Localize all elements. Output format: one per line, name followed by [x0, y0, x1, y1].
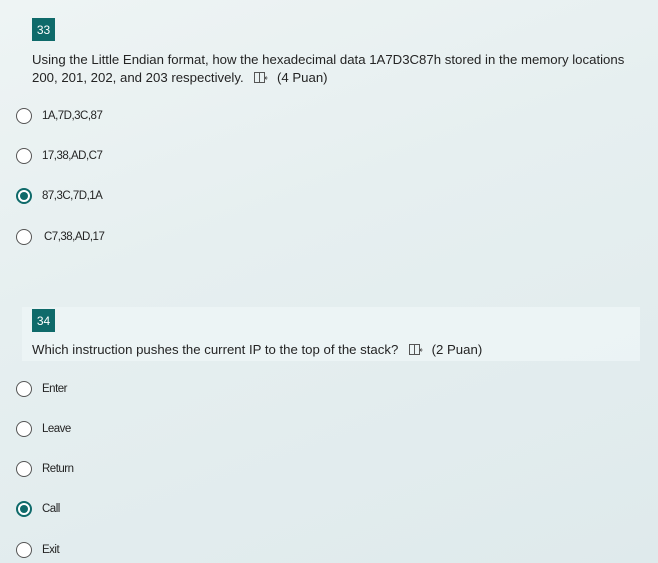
- radio-button[interactable]: [16, 421, 32, 437]
- radio-button-selected[interactable]: [16, 501, 32, 517]
- option-label: 17,38,AD,C7: [42, 150, 103, 162]
- option-label: 87,3C,7D,1A: [42, 190, 103, 202]
- question-33-header: 33 Using the Little Endian format, how t…: [22, 8, 640, 104]
- question-prompt: Using the Little Endian format, how the …: [32, 52, 625, 85]
- radio-dot: [20, 505, 28, 513]
- radio-button[interactable]: [16, 229, 32, 245]
- option-label: Exit: [42, 544, 60, 556]
- option-label: Call: [42, 503, 60, 515]
- question-number-badge: 33: [32, 18, 55, 41]
- immersive-reader-icon[interactable]: [254, 71, 268, 89]
- option-c738ad17[interactable]: C7,38,AD,17: [16, 227, 105, 247]
- radio-button[interactable]: [16, 381, 32, 397]
- option-label: Leave: [42, 423, 71, 435]
- radio-button[interactable]: [16, 108, 32, 124]
- question-prompt: Which instruction pushes the current IP …: [32, 342, 399, 357]
- option-enter[interactable]: Enter: [16, 379, 68, 399]
- radio-button[interactable]: [16, 148, 32, 164]
- option-exit[interactable]: Exit: [16, 540, 60, 560]
- question-number-badge: 34: [32, 309, 55, 332]
- question-points: (4 Puan): [276, 70, 328, 85]
- question-text: Using the Little Endian format, how the …: [32, 51, 632, 89]
- question-points: (2 Puan): [431, 342, 483, 357]
- option-call[interactable]: Call: [16, 499, 60, 519]
- option-1738adc7[interactable]: 17,38,AD,C7: [16, 146, 103, 166]
- question-text: Which instruction pushes the current IP …: [32, 341, 632, 361]
- option-label: 1A,7D,3C,87: [42, 110, 103, 122]
- immersive-reader-icon[interactable]: [408, 343, 423, 361]
- radio-button[interactable]: [16, 461, 32, 477]
- radio-button-selected[interactable]: [16, 188, 32, 204]
- option-1a7d3c87[interactable]: 1A,7D,3C,87: [16, 106, 103, 126]
- radio-dot: [20, 192, 28, 200]
- option-return[interactable]: Return: [16, 459, 74, 479]
- option-label: Return: [42, 463, 74, 475]
- option-label: C7,38,AD,17: [44, 231, 105, 243]
- radio-button[interactable]: [16, 542, 32, 558]
- option-label: Enter: [42, 383, 68, 395]
- option-873c7d1a[interactable]: 87,3C,7D,1A: [16, 186, 103, 206]
- question-34-header: 34 Which instruction pushes the current …: [22, 307, 640, 361]
- option-leave[interactable]: Leave: [16, 419, 71, 439]
